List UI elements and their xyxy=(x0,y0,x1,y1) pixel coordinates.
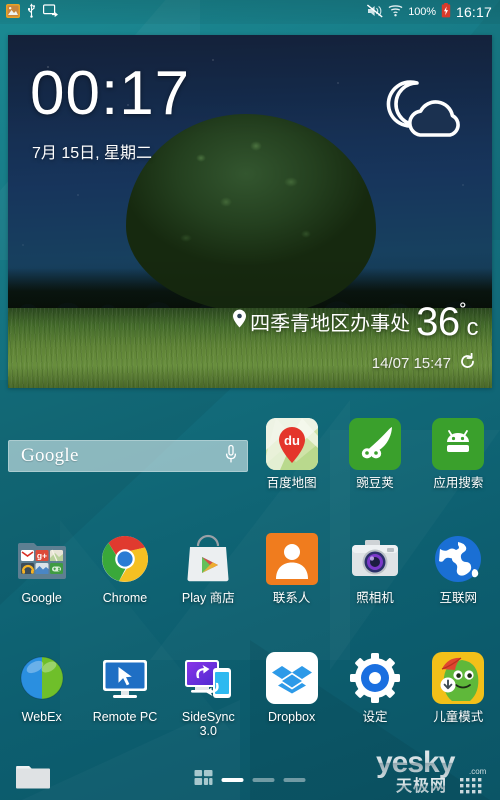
widget-temperature: 36˚c xyxy=(416,300,479,344)
internet-browser-icon xyxy=(432,533,484,585)
app-label: 儿童模式 xyxy=(433,710,484,724)
sidesync-icon xyxy=(182,652,234,704)
status-bar-system-icons[interactable]: 100% 16:17 xyxy=(367,3,492,21)
chrome-icon xyxy=(99,533,151,585)
app-row-bottom: WebEx Remote PC SideSync 3.0 Dropbox 设定 … xyxy=(0,652,500,739)
app-app-search[interactable]: 应用搜索 xyxy=(417,418,500,490)
app-search-icon xyxy=(432,418,485,470)
app-row-middle: g+ Google Chrome Play 商店 联系人 照相机 互联网 xyxy=(0,533,500,605)
bottom-bar: yesky .com 天极网 xyxy=(0,746,500,800)
baidu-maps-icon: du xyxy=(265,418,318,470)
battery-charging-icon xyxy=(441,3,451,21)
widget-location-label: 四季青地区办事处 xyxy=(250,313,411,335)
weather-clock-widget[interactable]: 00:17 7月 15日, 星期二 四季青地区办事处 36˚c 14/07 15… xyxy=(8,35,492,388)
app-settings[interactable]: 设定 xyxy=(333,652,416,739)
app-kids-mode[interactable]: 儿童模式 xyxy=(417,652,500,739)
folder-icon[interactable] xyxy=(16,762,50,795)
widget-clock-time[interactable]: 00:17 xyxy=(30,63,190,125)
microphone-icon[interactable] xyxy=(224,444,238,469)
kids-mode-icon xyxy=(432,652,485,704)
widget-temperature-unit: c xyxy=(466,314,479,341)
status-bar[interactable]: 100% 16:17 xyxy=(0,0,500,24)
app-label: WebEx xyxy=(21,710,62,724)
page-dot-1[interactable] xyxy=(221,778,244,782)
page-dot-3[interactable] xyxy=(283,778,306,782)
location-pin-icon xyxy=(232,309,247,334)
widget-temperature-value: 36 xyxy=(416,300,460,344)
svg-text:g+: g+ xyxy=(37,551,47,561)
camera-icon xyxy=(349,533,401,585)
webex-icon xyxy=(16,652,68,704)
app-remote-pc[interactable]: Remote PC xyxy=(83,652,166,739)
widget-location: 四季青地区办事处 xyxy=(232,307,410,342)
play-store-icon xyxy=(182,533,234,585)
wifi-icon xyxy=(388,4,403,20)
app-wandoujia[interactable]: 豌豆荚 xyxy=(333,418,416,490)
app-internet[interactable]: 互联网 xyxy=(417,533,500,605)
app-label: Google xyxy=(21,591,62,605)
app-label: 百度地图 xyxy=(266,476,317,490)
app-label: Play 商店 xyxy=(181,591,235,605)
app-play-store[interactable]: Play 商店 xyxy=(167,533,250,605)
app-label: 联系人 xyxy=(272,591,311,605)
app-row-top: du 百度地图 豌豆荚 应用搜索 xyxy=(250,418,500,490)
app-sidesync[interactable]: SideSync 3.0 xyxy=(167,652,250,739)
svg-text:yesky: yesky xyxy=(376,746,456,779)
app-label: 应用搜索 xyxy=(433,476,484,490)
status-bar-notifications[interactable] xyxy=(6,3,59,21)
app-label: SideSync 3.0 xyxy=(181,710,235,739)
remote-pc-icon xyxy=(99,652,151,704)
app-label: 互联网 xyxy=(439,591,478,605)
usb-icon xyxy=(27,3,36,21)
widget-updated-time: 14/07 15:47 xyxy=(371,355,451,372)
app-label: Dropbox xyxy=(268,710,316,724)
settings-gear-icon xyxy=(349,652,401,704)
app-google-folder[interactable]: g+ Google xyxy=(0,533,83,605)
page-indicator[interactable] xyxy=(194,770,306,790)
widget-update-row[interactable]: 14/07 15:47 xyxy=(371,352,476,374)
home-page-grid-icon[interactable] xyxy=(194,770,213,790)
image-notification-icon xyxy=(6,3,20,21)
svg-text:.com: .com xyxy=(469,767,487,776)
dropbox-icon xyxy=(265,652,318,704)
widget-weather-line: 四季青地区办事处 36˚c xyxy=(232,302,478,342)
google-folder-icon: g+ xyxy=(16,533,68,585)
svg-text:天极网: 天极网 xyxy=(396,776,447,795)
page-dot-2[interactable] xyxy=(252,778,275,782)
widget-date-label: 7月 15日, 星期二 xyxy=(32,145,153,162)
battery-percent-label: 100% xyxy=(408,6,436,18)
google-search-bar[interactable]: Google xyxy=(8,440,248,472)
app-label: 照相机 xyxy=(356,591,394,605)
night-partly-cloudy-icon xyxy=(376,77,472,154)
refresh-icon[interactable] xyxy=(459,352,476,374)
contacts-icon xyxy=(265,533,318,585)
app-baidu-maps[interactable]: du 百度地图 xyxy=(250,418,333,490)
app-contacts[interactable]: 联系人 xyxy=(250,533,333,605)
app-chrome[interactable]: Chrome xyxy=(83,533,166,605)
google-logo-text: Google xyxy=(21,445,79,466)
screen-mirroring-icon xyxy=(43,4,59,20)
sound-mute-icon xyxy=(367,3,383,21)
app-camera[interactable]: 照相机 xyxy=(333,533,416,605)
app-label: Chrome xyxy=(102,591,148,605)
widget-degree-symbol: ˚ xyxy=(459,300,467,325)
app-dropbox[interactable]: Dropbox xyxy=(250,652,333,739)
wandoujia-icon xyxy=(348,418,401,470)
app-label: 设定 xyxy=(362,710,388,724)
svg-text:du: du xyxy=(284,433,300,448)
app-webex[interactable]: WebEx xyxy=(0,652,83,739)
status-bar-clock: 16:17 xyxy=(455,4,492,20)
yesky-watermark: yesky .com 天极网 xyxy=(372,746,496,798)
app-label: 豌豆荚 xyxy=(356,476,394,490)
app-label: Remote PC xyxy=(92,710,158,724)
